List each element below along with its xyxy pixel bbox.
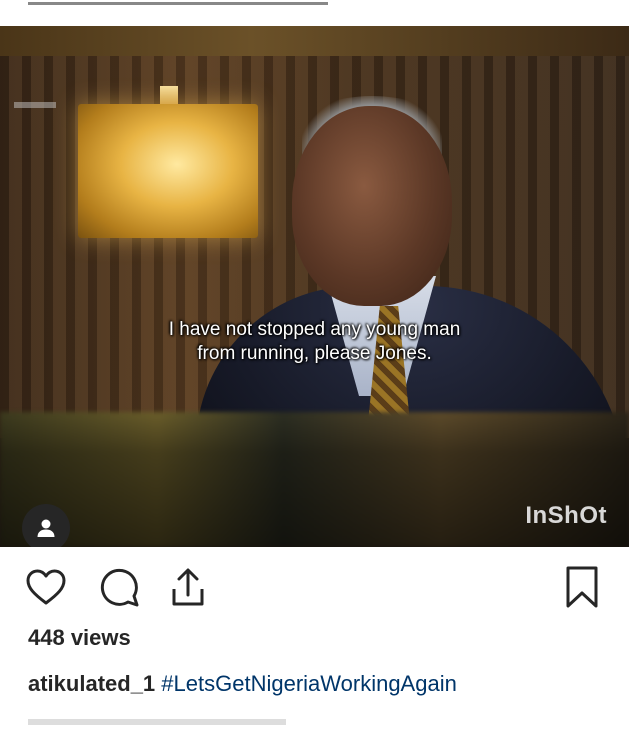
subtitle-line-2: from running, please Jones. (197, 343, 432, 364)
head-graphic (292, 106, 452, 306)
tagged-people-button[interactable] (22, 504, 70, 547)
lamp-stem-graphic (160, 86, 178, 106)
bookmark-icon (566, 566, 598, 608)
caption-username[interactable]: atikulated_1 (28, 671, 155, 696)
video-letterbox-top (0, 26, 629, 56)
like-button[interactable] (22, 563, 70, 611)
cutoff-text-fragment (28, 0, 328, 5)
channel-logo-graphic (14, 100, 58, 110)
inshot-watermark: InShOt (525, 502, 607, 529)
post-action-bar (0, 563, 629, 613)
caption-hashtag[interactable]: #LetsGetNigeriaWorkingAgain (161, 671, 457, 696)
save-button[interactable] (558, 563, 606, 611)
subtitle-line-1: I have not stopped any young man (168, 319, 461, 340)
heart-icon (26, 569, 66, 605)
video-frame (0, 56, 629, 486)
view-all-comments-link-cutoff (28, 709, 288, 732)
person-icon (37, 519, 55, 537)
comment-button[interactable] (96, 563, 144, 611)
post-caption: atikulated_1 #LetsGetNigeriaWorkingAgain (28, 671, 457, 697)
video-player[interactable]: I have not stopped any young man from ru… (0, 26, 629, 547)
view-count: 448 views (28, 625, 131, 650)
share-button[interactable] (164, 563, 212, 611)
top-cutoff-area (0, 0, 629, 26)
video-subtitle: I have not stopped any young man from ru… (0, 318, 629, 366)
comment-bubble-icon (100, 568, 139, 607)
share-upload-icon (172, 568, 204, 606)
